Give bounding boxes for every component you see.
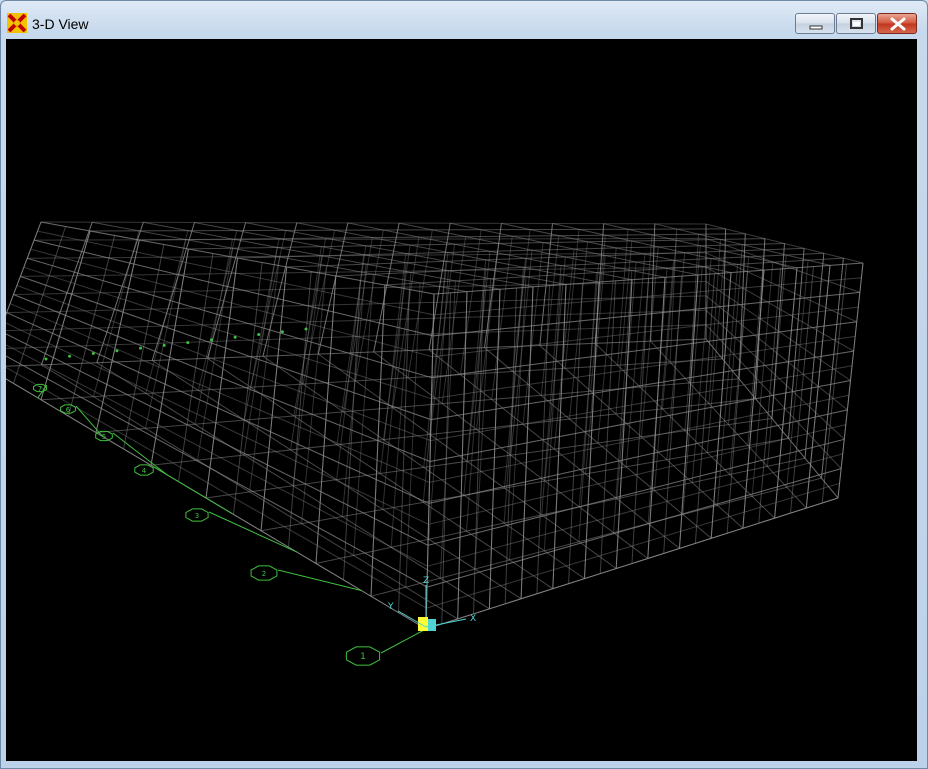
frame-line <box>288 271 312 548</box>
frame-line <box>343 280 361 580</box>
grid-bubble-label: 3 <box>195 512 199 520</box>
grid-bubble-label: 4 <box>142 467 147 475</box>
grid-point <box>115 349 119 353</box>
frame-line <box>666 252 686 460</box>
grid-bubble-label: 5 <box>102 433 106 441</box>
frame-line <box>599 280 616 574</box>
frame-line <box>178 253 214 482</box>
frame-line <box>68 235 116 417</box>
origin-marker <box>418 617 428 631</box>
title-bar[interactable]: 3-D View <box>1 1 927 39</box>
structure-wireframe: 1 2 3 4 5 6 7 Z X Y <box>6 221 864 666</box>
frame-line <box>543 274 562 551</box>
grid-point <box>162 343 166 347</box>
grid-line-5 <box>112 432 168 476</box>
frame-line <box>679 274 699 549</box>
close-button[interactable] <box>877 13 917 34</box>
grid-point <box>280 330 284 334</box>
frame-line <box>6 366 427 609</box>
frame-line <box>250 230 287 388</box>
frame-line <box>40 230 91 400</box>
grid-bubble-label: 2 <box>262 570 266 578</box>
z-axis-label: Z <box>423 576 429 586</box>
frame-line <box>647 277 666 559</box>
grid-point <box>257 333 261 336</box>
y-axis-label: Y <box>387 602 394 612</box>
frame-line <box>6 344 428 567</box>
frame-line <box>597 247 617 444</box>
frame-line <box>504 287 517 604</box>
frame-line <box>613 270 633 533</box>
frame-line <box>150 398 756 466</box>
frame-line <box>821 264 847 504</box>
grid-line-2 <box>277 569 362 591</box>
grid-bubble-label: 1 <box>360 652 366 662</box>
grid-bubble-label: 6 <box>66 406 71 414</box>
frame-line <box>6 355 428 588</box>
frame-line <box>710 272 732 539</box>
app-logo-icon <box>7 13 27 33</box>
grid-point <box>91 352 95 355</box>
grid-point <box>210 338 213 342</box>
frame-line <box>639 234 653 388</box>
frame-line <box>488 289 501 609</box>
grid-point <box>304 327 308 331</box>
maximize-icon <box>850 18 863 29</box>
grid-point <box>139 346 142 350</box>
close-icon <box>890 17 906 31</box>
grid-point <box>186 341 190 345</box>
app-window: 3-D View 1 2 3 4 5 6 7 Z X Y <box>0 0 928 769</box>
frame-line <box>631 278 649 564</box>
frame-line <box>188 238 765 250</box>
frame-line <box>40 221 707 225</box>
grid-line-3 <box>208 511 297 553</box>
minimize-icon <box>809 25 823 30</box>
frame-line <box>6 355 428 588</box>
grid-point <box>44 357 48 361</box>
3d-viewport[interactable]: 1 2 3 4 5 6 7 Z X Y <box>6 39 917 761</box>
grid-line-1 <box>380 628 427 654</box>
frame-line <box>491 236 513 400</box>
x-axis-label: X <box>470 614 476 624</box>
grid-point <box>68 354 72 358</box>
grid-point <box>233 335 237 339</box>
minimize-button[interactable] <box>795 13 835 34</box>
frame-line <box>837 262 864 499</box>
grid-bubble-label: 7 <box>38 385 42 393</box>
window-title: 3-D View <box>32 16 89 32</box>
maximize-button[interactable] <box>836 13 876 34</box>
